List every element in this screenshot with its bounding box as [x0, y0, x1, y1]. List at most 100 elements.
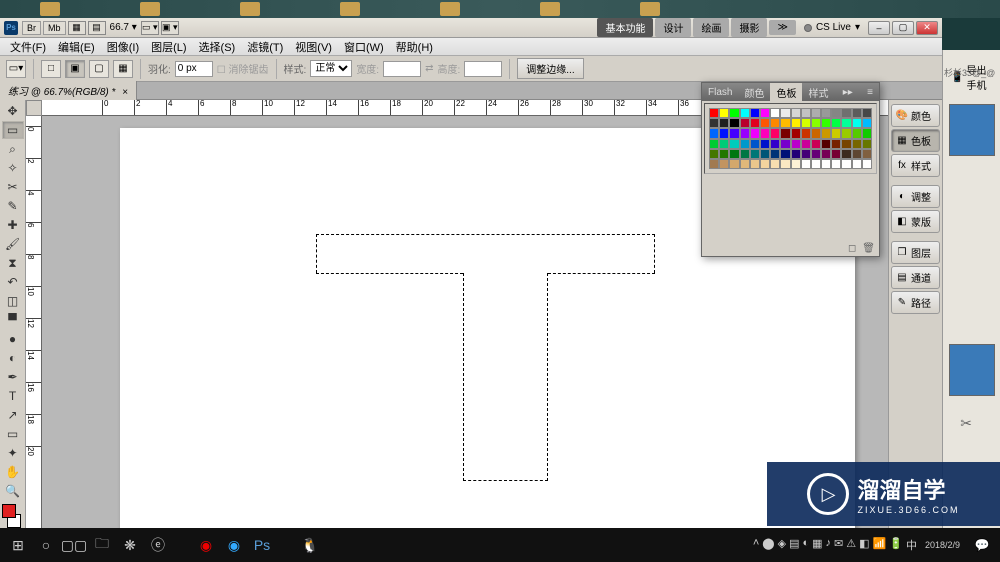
swatch-cell[interactable] [852, 128, 862, 138]
swatch-cell[interactable] [709, 149, 719, 159]
swatch-cell[interactable] [750, 118, 760, 128]
swatch-cell[interactable] [841, 108, 851, 118]
swatch-cell[interactable] [719, 118, 729, 128]
swatch-cell[interactable] [760, 108, 770, 118]
dock-paths[interactable]: ✎路径 [891, 291, 940, 314]
swatches-panel-header[interactable]: Flash 颜色 色板 样式 ▸▸ ≡ [702, 83, 879, 101]
swatch-cell[interactable] [780, 118, 790, 128]
feather-input[interactable] [175, 61, 213, 77]
maximize-button[interactable]: ▢ [892, 21, 914, 35]
wand-tool-icon[interactable]: ✧ [2, 159, 24, 177]
app-1-icon[interactable]: ❋ [116, 531, 144, 559]
swatch-cell[interactable] [821, 159, 831, 169]
swatch-cell[interactable] [801, 159, 811, 169]
pen-tool-icon[interactable]: ✒ [2, 368, 24, 386]
swatch-cell[interactable] [852, 108, 862, 118]
app-colorful-icon[interactable]: ◉ [192, 531, 220, 559]
foreground-color[interactable] [2, 504, 16, 518]
swatch-cell[interactable] [862, 108, 872, 118]
swatch-cell[interactable] [841, 139, 851, 149]
panel-tab-swatches[interactable]: 色板 [770, 83, 802, 102]
shape-tool-icon[interactable]: ▭ [2, 425, 24, 443]
menu-image[interactable]: 图像(I) [101, 37, 145, 57]
marquee-tool-icon[interactable]: ▭ [2, 121, 24, 139]
document-close-icon[interactable]: × [122, 87, 128, 98]
swatch-cell[interactable] [801, 118, 811, 128]
swatch-cell[interactable] [821, 118, 831, 128]
menu-window[interactable]: 窗口(W) [338, 37, 390, 57]
explorer-icon[interactable]: 🗀 [88, 531, 116, 559]
swatch-cell[interactable] [791, 128, 801, 138]
swatch-cell[interactable] [729, 108, 739, 118]
swatch-cell[interactable] [719, 139, 729, 149]
swatch-cell[interactable] [719, 128, 729, 138]
swatch-cell[interactable] [862, 128, 872, 138]
ruler-origin[interactable] [26, 100, 42, 116]
style-select[interactable]: 正常 [310, 60, 352, 77]
swatch-cell[interactable] [729, 139, 739, 149]
zoom-tool-icon[interactable]: 🔍 [2, 482, 24, 500]
workspace-photography[interactable]: 摄影 [731, 18, 767, 37]
type-tool-icon[interactable]: T [2, 387, 24, 405]
swatch-cell[interactable] [760, 139, 770, 149]
workspace-painting[interactable]: 绘画 [693, 18, 729, 37]
workspace-more[interactable]: ≫ [769, 20, 795, 35]
system-tray[interactable]: ˄ ⬤ ◈ ▤ ◐ ▦ ♪ ✉ ⚠ ◧ 📶 🔋 中 [753, 537, 917, 553]
new-swatch-icon[interactable]: ◻ [848, 243, 856, 254]
swatch-cell[interactable] [831, 149, 841, 159]
close-button[interactable]: ✕ [916, 21, 938, 35]
swatch-cell[interactable] [791, 149, 801, 159]
swatch-cell[interactable] [862, 149, 872, 159]
swatch-cell[interactable] [709, 128, 719, 138]
swatch-cell[interactable] [750, 149, 760, 159]
cortana-icon[interactable]: ○ [32, 531, 60, 559]
panel-menu-icon[interactable]: ≡ [861, 87, 879, 98]
dock-masks[interactable]: ◧蒙版 [891, 210, 940, 233]
marquee-tool-preset-icon[interactable]: ▭▾ [6, 60, 26, 78]
swatch-cell[interactable] [770, 118, 780, 128]
swatch-cell[interactable] [750, 139, 760, 149]
swatch-cell[interactable] [760, 128, 770, 138]
menu-layer[interactable]: 图层(L) [145, 37, 192, 57]
menu-select[interactable]: 选择(S) [193, 37, 242, 57]
swatch-cell[interactable] [780, 108, 790, 118]
swatch-cell[interactable] [831, 108, 841, 118]
swatch-cell[interactable] [760, 149, 770, 159]
swatch-cell[interactable] [780, 159, 790, 169]
view-extras-icon[interactable]: ▦ [68, 21, 86, 35]
panel-tab-color[interactable]: 颜色 [738, 83, 770, 102]
swatch-cell[interactable] [770, 149, 780, 159]
dock-swatches[interactable]: ▦色板 [891, 129, 940, 152]
swatch-cell[interactable] [811, 118, 821, 128]
subtract-selection-icon[interactable]: ▢ [89, 60, 109, 78]
swatch-cell[interactable] [801, 149, 811, 159]
swatch-cell[interactable] [811, 159, 821, 169]
brush-tool-icon[interactable]: 🖌 [2, 235, 24, 253]
swatch-cell[interactable] [852, 149, 862, 159]
swatch-cell[interactable] [791, 159, 801, 169]
gradient-tool-icon[interactable]: ▀ [2, 311, 24, 329]
swatch-cell[interactable] [719, 149, 729, 159]
swatch-cell[interactable] [862, 139, 872, 149]
eraser-tool-icon[interactable]: ◫ [2, 292, 24, 310]
panel-tab-styles[interactable]: 样式 [802, 83, 834, 102]
swatch-cell[interactable] [862, 159, 872, 169]
swatch-cell[interactable] [740, 149, 750, 159]
taskbar-date[interactable]: 2018/2/9 [919, 540, 966, 551]
swatch-cell[interactable] [841, 118, 851, 128]
swatch-cell[interactable] [750, 128, 760, 138]
swatch-cell[interactable] [709, 108, 719, 118]
swatch-cell[interactable] [831, 118, 841, 128]
swatch-cell[interactable] [821, 108, 831, 118]
swatch-cell[interactable] [852, 139, 862, 149]
delete-swatch-icon[interactable]: 🗑 [862, 243, 875, 254]
add-selection-icon[interactable]: ▣ [65, 60, 85, 78]
swatch-cell[interactable] [770, 159, 780, 169]
dock-adjustments[interactable]: ◐调整 [891, 185, 940, 208]
swatch-cell[interactable] [740, 108, 750, 118]
refine-edge-button[interactable]: 调整边缘... [517, 58, 583, 79]
side-thumbnail-2[interactable] [949, 344, 995, 396]
swatch-cell[interactable] [831, 159, 841, 169]
panel-tab-flash[interactable]: Flash [702, 85, 738, 100]
menu-filter[interactable]: 滤镜(T) [241, 37, 289, 57]
